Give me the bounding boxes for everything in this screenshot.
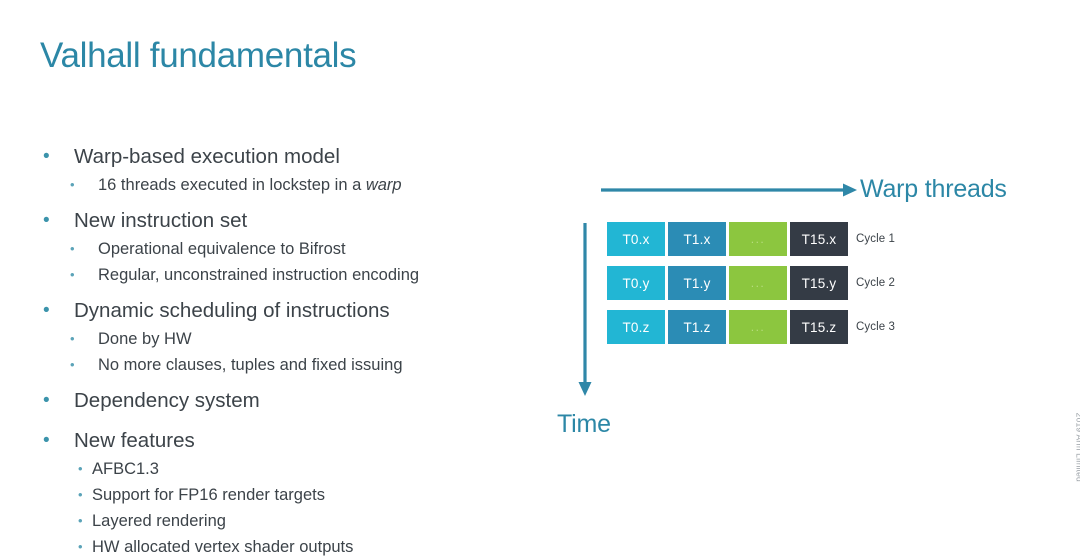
thread-cell: T15.x	[790, 222, 848, 256]
time-arrow-icon	[578, 223, 592, 396]
thread-cell: T15.y	[790, 266, 848, 300]
copyright-notice: 2019 Arm Limited	[1074, 412, 1080, 482]
bullet-group: • Dynamic scheduling of instructions • D…	[38, 296, 558, 378]
thread-cell: T15.z	[790, 310, 848, 344]
bullet-level2-label: HW allocated vertex shader outputs	[92, 538, 354, 556]
thread-cell: T1.x	[668, 222, 726, 256]
table-row: T0.x T1.x ... T15.x Cycle 1	[607, 222, 895, 256]
warp-execution-diagram: Warp threads Time T0.x T1.x ... T15.x Cy…	[557, 170, 1060, 460]
table-row: T0.z T1.z ... T15.z Cycle 3	[607, 310, 895, 344]
bullet-level2-label: No more clauses, tuples and fixed issuin…	[98, 356, 403, 374]
thread-cell-ellipsis: ...	[729, 310, 787, 344]
bullet-level2-emphasis: warp	[365, 176, 402, 194]
thread-cell: T0.x	[607, 222, 665, 256]
bullet-marker-icon: •	[78, 539, 83, 554]
cycle-grid: T0.x T1.x ... T15.x Cycle 1 T0.y T1.y ..…	[607, 222, 895, 354]
bullet-level2: • 16 threads executed in lockstep in a w…	[38, 172, 558, 198]
bullet-level2-label: Layered rendering	[92, 512, 226, 530]
bullet-level2: • Layered rendering	[38, 508, 558, 534]
bullet-level1: • Dynamic scheduling of instructions	[38, 296, 558, 326]
bullet-level1: • Dependency system	[38, 386, 558, 416]
bullet-level2-label: AFBC1.3	[92, 460, 159, 478]
bullet-level2: • Support for FP16 render targets	[38, 482, 558, 508]
bullet-group: • Dependency system	[38, 386, 558, 416]
bullet-list: • Warp-based execution model • 16 thread…	[38, 142, 558, 560]
bullet-level2: • Done by HW	[38, 326, 558, 352]
bullet-level1: • New instruction set	[38, 206, 558, 236]
bullet-marker-icon: •	[43, 300, 50, 321]
cycle-label: Cycle 2	[856, 277, 896, 289]
bullet-level2-label: Done by HW	[98, 330, 192, 348]
bullet-group: • Warp-based execution model • 16 thread…	[38, 142, 558, 198]
page-title: Valhall fundamentals	[40, 36, 357, 75]
bullet-level2: • No more clauses, tuples and fixed issu…	[38, 352, 558, 378]
bullet-marker-icon: •	[70, 331, 75, 346]
bullet-level2: • AFBC1.3	[38, 456, 558, 482]
thread-cell: T1.y	[668, 266, 726, 300]
table-row: T0.y T1.y ... T15.y Cycle 2	[607, 266, 895, 300]
bullet-level1-label: Dependency system	[74, 389, 260, 412]
bullet-marker-icon: •	[43, 430, 50, 451]
bullet-marker-icon: •	[78, 461, 83, 476]
bullet-level2-label: Regular, unconstrained instruction encod…	[98, 266, 420, 284]
thread-cell: T1.z	[668, 310, 726, 344]
cycle-label: Cycle 3	[856, 321, 896, 333]
bullet-level1-label: New features	[74, 429, 195, 452]
bullet-group: • New instruction set • Operational equi…	[38, 206, 558, 288]
bullet-marker-icon: •	[78, 487, 83, 502]
bullet-level2-label: Operational equivalence to Bifrost	[98, 240, 346, 258]
thread-cell: T0.z	[607, 310, 665, 344]
bullet-level2: • HW allocated vertex shader outputs	[38, 534, 558, 560]
bullet-marker-icon: •	[43, 210, 50, 231]
bullet-level2: • Regular, unconstrained instruction enc…	[38, 262, 558, 288]
bullet-level1: • Warp-based execution model	[38, 142, 558, 172]
cycle-label: Cycle 1	[856, 233, 896, 245]
bullet-level1-label: New instruction set	[74, 209, 248, 232]
bullet-marker-icon: •	[70, 267, 75, 282]
bullet-level1: • New features	[38, 426, 558, 456]
bullet-marker-icon: •	[43, 390, 50, 411]
bullet-level2-label: 16 threads executed in lockstep in a	[98, 176, 366, 194]
bullet-marker-icon: •	[70, 241, 75, 256]
warp-threads-arrow-icon	[601, 183, 857, 197]
bullet-marker-icon: •	[70, 177, 75, 192]
bullet-level2: • Operational equivalence to Bifrost	[38, 236, 558, 262]
thread-cell-ellipsis: ...	[729, 266, 787, 300]
bullet-marker-icon: •	[70, 357, 75, 372]
warp-threads-label: Warp threads	[860, 175, 1007, 203]
bullet-marker-icon: •	[43, 146, 50, 167]
bullet-level2-label: Support for FP16 render targets	[92, 486, 325, 504]
bullet-level1-label: Warp-based execution model	[74, 145, 340, 168]
bullet-marker-icon: •	[78, 513, 83, 528]
thread-cell-ellipsis: ...	[729, 222, 787, 256]
time-label: Time	[557, 410, 611, 438]
bullet-level1-label: Dynamic scheduling of instructions	[74, 299, 390, 322]
thread-cell: T0.y	[607, 266, 665, 300]
